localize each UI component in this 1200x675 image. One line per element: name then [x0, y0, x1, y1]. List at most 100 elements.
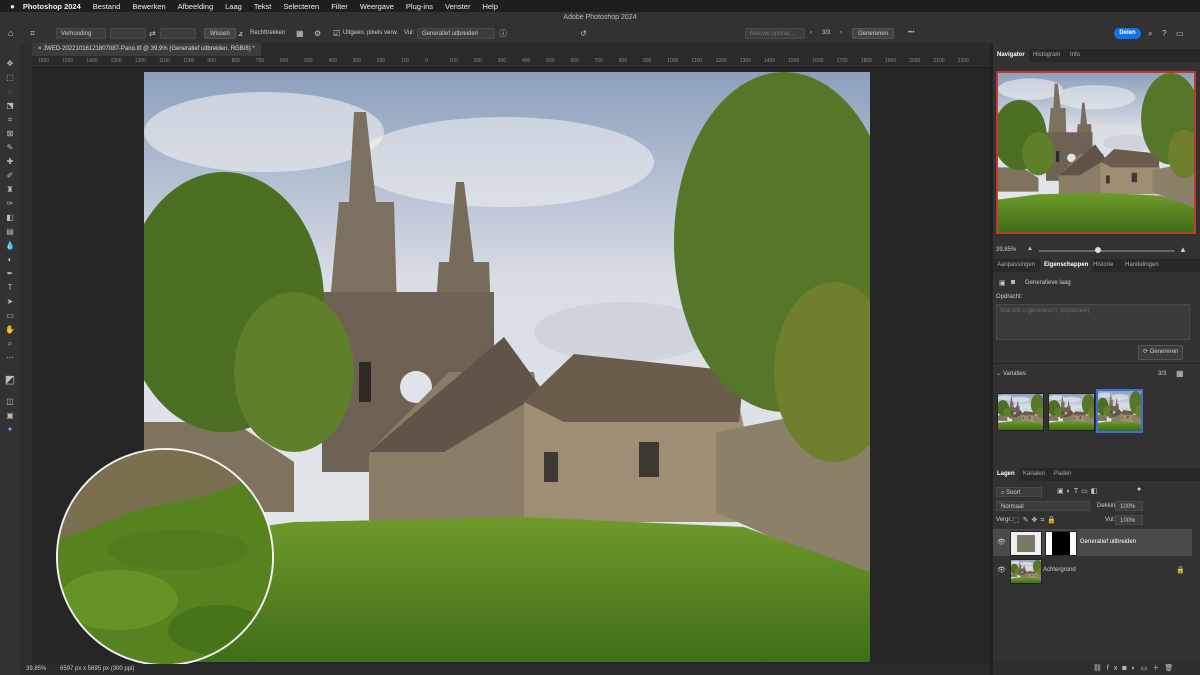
tab-adjustments[interactable]: Aanpassingen — [993, 259, 1039, 272]
layer-filter-select[interactable]: ⌕ Soort — [996, 487, 1042, 497]
hand-tool-icon[interactable]: ✋ — [4, 325, 16, 335]
clone-stamp-icon[interactable]: ♜ — [4, 185, 16, 195]
type-tool-icon[interactable]: T — [4, 283, 16, 293]
apple-icon[interactable]: ● — [10, 2, 15, 11]
grid-view-icon[interactable]: ▦ — [1176, 369, 1184, 378]
layer-name[interactable]: Achtergrond — [1043, 567, 1076, 573]
lock-icons[interactable]: ⬚✎✥⌗🔒 — [1013, 516, 1059, 525]
menu-selecteren[interactable]: Selecteren — [283, 2, 319, 11]
fill-input[interactable]: 100% — [1115, 515, 1143, 525]
variation-thumb-3-selected[interactable] — [1096, 389, 1143, 433]
menu-plugins[interactable]: Plug-ins — [406, 2, 433, 11]
tab-history[interactable]: Historie — [1089, 259, 1117, 272]
blend-mode-select[interactable]: Normaal — [996, 501, 1090, 511]
share-button[interactable]: Delen — [1114, 28, 1141, 39]
layer-filter-icons[interactable]: ▣◐T▭◧ — [1057, 487, 1100, 495]
layer-actions-icons[interactable]: ⛓fx◙◐▭＋🗑 — [1093, 663, 1178, 673]
more-options-icon[interactable]: ••• — [908, 28, 914, 39]
shape-tool-icon[interactable]: ▭ — [4, 311, 16, 321]
variation-thumb-2[interactable] — [1048, 393, 1095, 431]
brush-tool-icon[interactable]: ✐ — [4, 171, 16, 181]
tab-layers[interactable]: Lagen — [993, 468, 1019, 481]
filter-toggle-icon[interactable]: ● — [1137, 486, 1141, 493]
layer-name[interactable]: Generatief uitbreiden — [1080, 539, 1136, 545]
layer-row-generative[interactable]: 👁 Generatief uitbreiden — [993, 529, 1192, 556]
menu-help[interactable]: Help — [482, 2, 497, 11]
workspace-icon[interactable]: ▭ — [1176, 28, 1184, 39]
quick-mask-icon[interactable]: ◫ — [4, 397, 16, 407]
tab-paths[interactable]: Paden — [1050, 468, 1075, 481]
clear-button[interactable]: Wissen — [204, 28, 236, 39]
crop-tool-icon[interactable]: ⌗ — [30, 28, 35, 39]
generate-button[interactable]: Generenen — [852, 28, 895, 39]
zoom-level[interactable]: 39,85% — [26, 666, 46, 672]
learn-icon[interactable]: ? — [1162, 28, 1166, 39]
menu-weergave[interactable]: Weergave — [360, 2, 394, 11]
more-tools-icon[interactable]: ⋯ — [4, 353, 16, 363]
menu-tekst[interactable]: Tekst — [254, 2, 272, 11]
next-variation-icon[interactable]: › — [840, 28, 842, 39]
grid-overlay-icon[interactable]: ▦ — [296, 28, 304, 39]
ratio-select[interactable]: Verhouding — [56, 28, 106, 39]
navigator-zoom[interactable]: 39,85% — [996, 247, 1016, 253]
ratio-height-input[interactable] — [160, 28, 196, 39]
straighten-icon[interactable]: ⦨ — [238, 28, 242, 39]
generate-icon[interactable]: ✦ — [4, 425, 16, 435]
reset-icon[interactable]: ↺ — [580, 28, 587, 39]
menu-bestand[interactable]: Bestand — [93, 2, 121, 11]
zoom-in-icon[interactable]: ▲ — [1179, 245, 1187, 254]
crop-tool-icon[interactable]: ⌗ — [4, 115, 16, 125]
delete-cropped-checkbox[interactable]: ☑ — [333, 28, 340, 39]
ratio-width-input[interactable] — [110, 28, 146, 39]
tab-channels[interactable]: Kanalen — [1019, 468, 1049, 481]
move-tool-icon[interactable]: ✥ — [4, 59, 16, 69]
gradient-icon[interactable]: ▤ — [4, 227, 16, 237]
blur-tool-icon[interactable]: 💧 — [4, 241, 16, 251]
straighten-label[interactable]: Rechttrekken — [250, 28, 285, 39]
frame-tool-icon[interactable]: ⊠ — [4, 129, 16, 139]
navigator-preview[interactable] — [996, 71, 1196, 234]
object-select-icon[interactable]: ⬔ — [4, 101, 16, 111]
search-icon[interactable]: ⌕ — [1148, 28, 1152, 39]
menu-filter[interactable]: Filter — [331, 2, 348, 11]
path-select-icon[interactable]: ➤ — [4, 297, 16, 307]
eraser-icon[interactable]: ◧ — [4, 213, 16, 223]
properties-generate-button[interactable]: ⟳ Genereren — [1138, 345, 1184, 360]
tab-actions[interactable]: Handelingen — [1121, 259, 1163, 272]
menu-venster[interactable]: Venster — [445, 2, 470, 11]
layer-row-background[interactable]: 👁 Achtergrond 🔒 — [993, 557, 1192, 584]
healing-brush-icon[interactable]: ✚ — [4, 157, 16, 167]
tab-navigator[interactable]: Navigator — [993, 49, 1029, 62]
zoom-out-icon[interactable]: ▲ — [1027, 246, 1033, 252]
document-tab[interactable]: × JWED-20221016121807087-Pano.tif @ 39,9… — [32, 43, 261, 56]
menu-bewerken[interactable]: Bewerken — [132, 2, 165, 11]
dodge-tool-icon[interactable]: ◐ — [4, 255, 16, 265]
prompt-input[interactable]: Nieuwe opdrac... — [745, 28, 805, 39]
variations-chevron-icon[interactable]: ⌄ — [996, 370, 1001, 377]
fill-select[interactable]: Generatief uitbreiden — [417, 28, 495, 39]
tab-properties[interactable]: Eigenschappen — [1040, 259, 1093, 272]
prompt-textarea[interactable]: Wat wilt u genereren? (Optioneel) — [996, 304, 1190, 340]
visibility-eye-icon[interactable]: 👁 — [997, 538, 1006, 546]
screen-mode-icon[interactable]: ▣ — [4, 411, 16, 421]
home-icon[interactable]: ⌂ — [8, 28, 13, 39]
info-icon[interactable]: ⓘ — [499, 28, 507, 39]
tab-histogram[interactable]: Histogram — [1029, 49, 1064, 62]
menu-afbeelding[interactable]: Afbeelding — [178, 2, 213, 11]
variation-thumb-1[interactable] — [997, 393, 1044, 431]
zoom-slider-handle[interactable] — [1095, 247, 1101, 253]
history-brush-icon[interactable]: ✑ — [4, 199, 16, 209]
zoom-tool-icon[interactable]: ⌕ — [4, 339, 16, 349]
pen-tool-icon[interactable]: ✒ — [4, 269, 16, 279]
tab-info[interactable]: Info — [1066, 49, 1084, 62]
menu-photoshop[interactable]: Photoshop 2024 — [23, 2, 81, 11]
lasso-tool-icon[interactable]: ◌ — [4, 87, 16, 97]
visibility-eye-icon[interactable]: 👁 — [997, 566, 1006, 574]
menu-laag[interactable]: Laag — [225, 2, 242, 11]
navigator-zoom-slider[interactable] — [1039, 250, 1175, 252]
opacity-input[interactable]: 100% — [1115, 501, 1143, 511]
prev-variation-icon[interactable]: ‹ — [810, 28, 812, 39]
marquee-tool-icon[interactable]: ⬚ — [4, 73, 16, 83]
layer-mask-thumbnail[interactable] — [1045, 531, 1077, 556]
swap-icon[interactable]: ⇄ — [149, 28, 156, 39]
